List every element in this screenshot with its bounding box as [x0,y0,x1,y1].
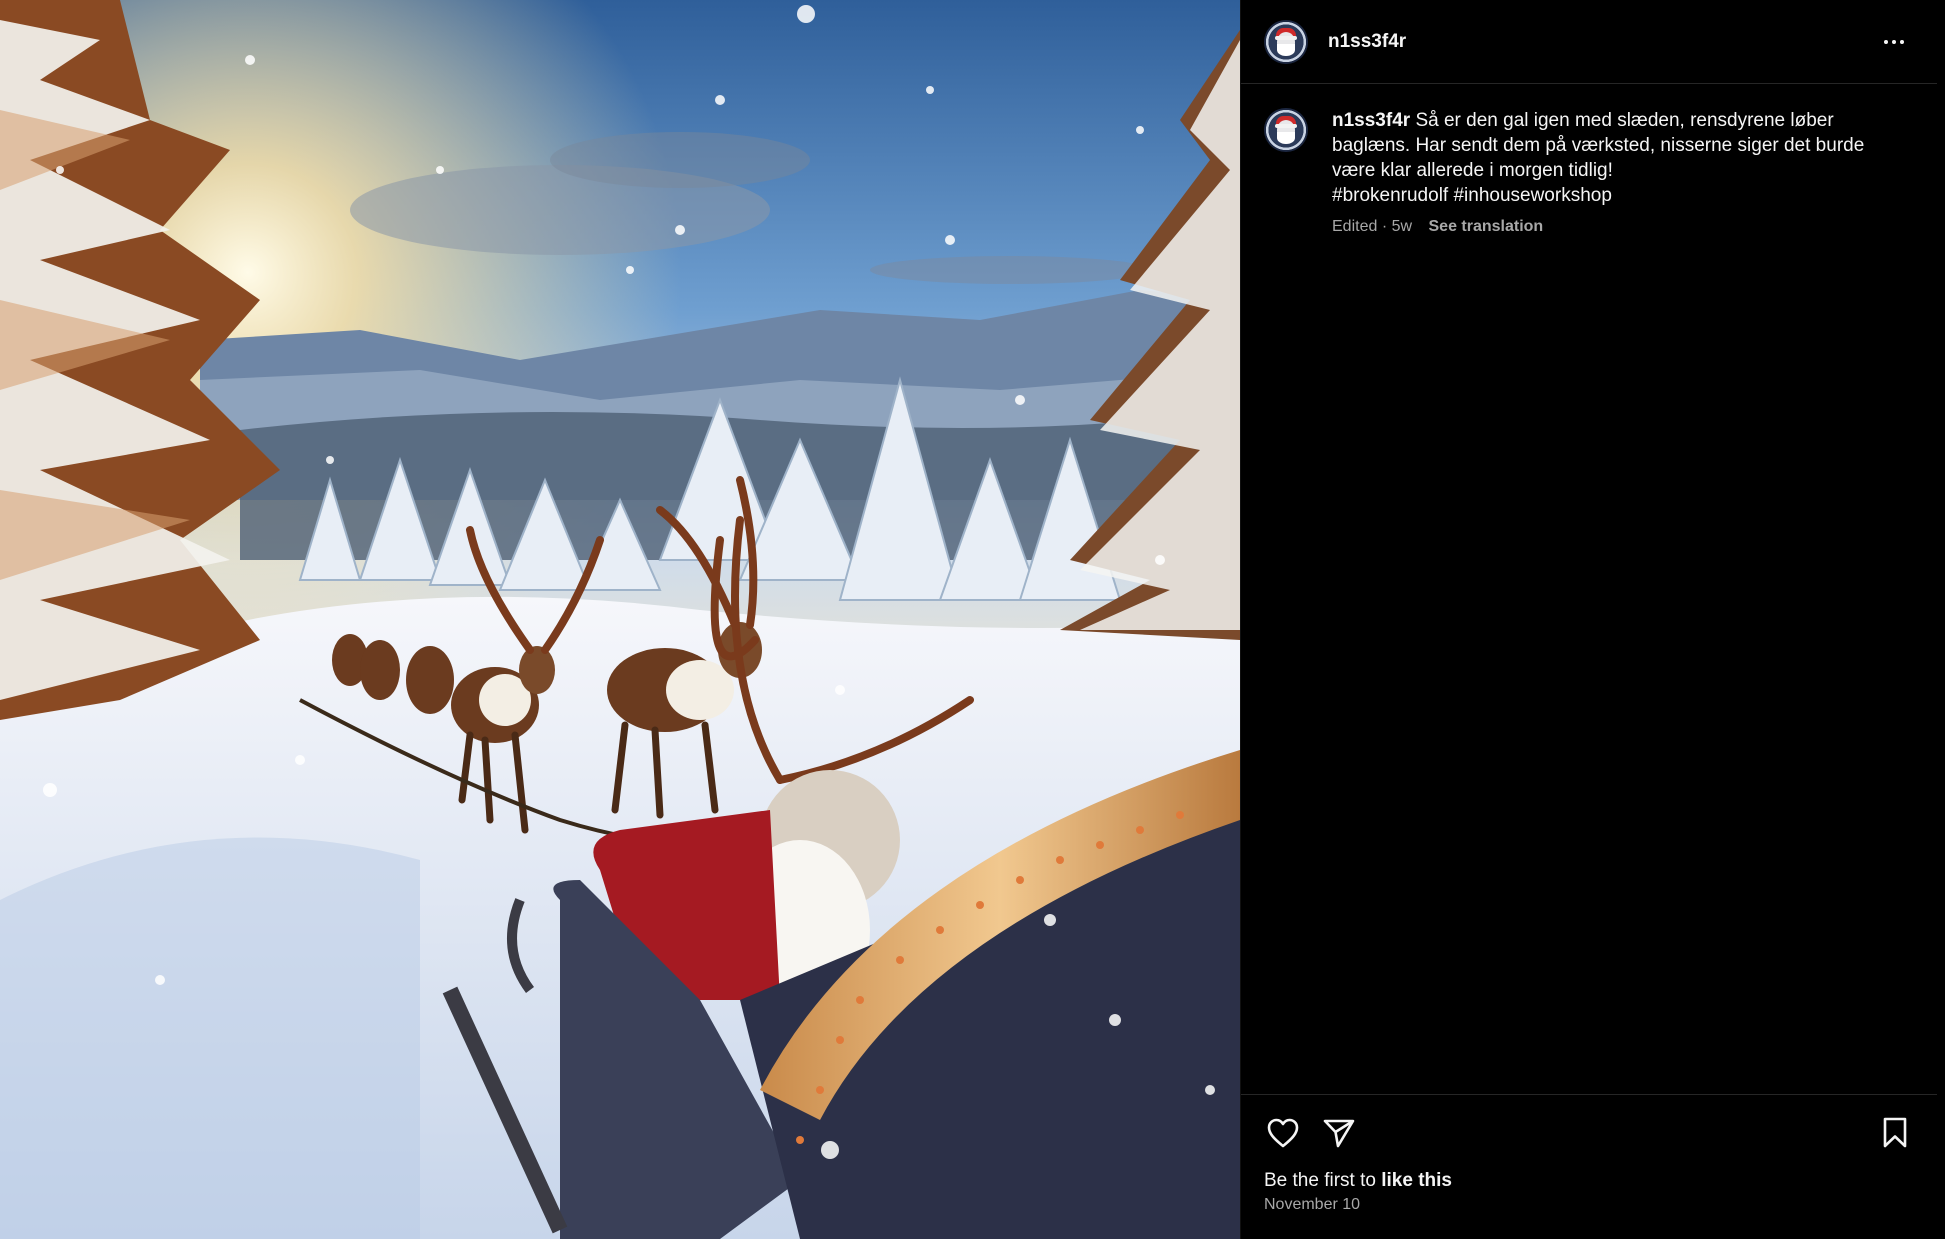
action-bar [1241,1095,1937,1170]
like-this-link[interactable]: like this [1381,1170,1452,1191]
post-caption: n1ss3f4r Så er den gal igen med slæden, … [1241,84,1937,239]
avatar[interactable] [1264,19,1308,64]
like-button[interactable] [1263,1113,1303,1153]
caption-text: Så er den gal igen med slæden, rensdyren… [1332,110,1865,181]
reindeer-sleigh-illustration [0,0,1240,1239]
post-footer: Be the first to like this November 10 [1241,1094,1937,1239]
save-button[interactable] [1875,1113,1915,1153]
more-options-button[interactable] [1874,22,1914,62]
caption-meta: Edited · 5w See translation [1332,214,1892,239]
author-username[interactable]: n1ss3f4r [1328,31,1406,53]
caption-body: n1ss3f4r Så er den gal igen med slæden, … [1332,108,1892,239]
post-header: n1ss3f4r [1241,0,1937,84]
bookmark-icon [1883,1117,1907,1147]
post-details-panel: n1ss3f4r n1ss3f4r Så er den gal igen med… [1240,0,1937,1239]
likes-summary: Be the first to like this [1241,1170,1937,1192]
post-image[interactable] [0,0,1240,1239]
edited-timestamp: Edited · 5w [1332,218,1413,235]
caption-avatar[interactable] [1264,108,1308,152]
more-horizontal-icon [1884,39,1888,44]
heart-icon [1267,1118,1299,1147]
likes-prefix: Be the first to [1264,1170,1382,1191]
share-button[interactable] [1319,1113,1359,1153]
caption-username[interactable]: n1ss3f4r [1332,110,1410,131]
send-icon [1323,1119,1355,1147]
post-viewer: n1ss3f4r n1ss3f4r Så er den gal igen med… [0,0,1945,1239]
see-translation-link[interactable]: See translation [1429,218,1544,235]
post-date: November 10 [1264,1196,1361,1213]
caption-hashtags[interactable]: #brokenrudolf #inhouseworkshop [1332,183,1892,208]
